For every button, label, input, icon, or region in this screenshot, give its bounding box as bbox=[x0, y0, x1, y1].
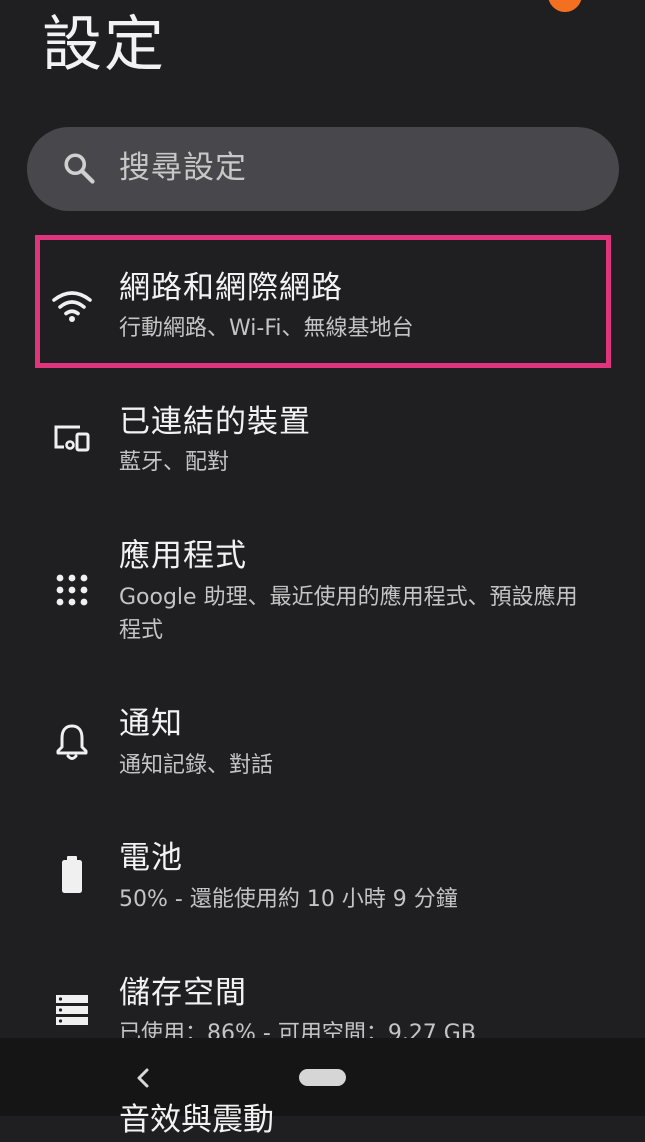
status-notification-dot bbox=[548, 0, 582, 12]
settings-item-title: 電池 bbox=[119, 840, 183, 876]
apps-grid-icon bbox=[56, 574, 88, 606]
settings-item-subtitle: 行動網路、Wi-Fi、無線基地台 bbox=[119, 316, 414, 341]
settings-item-title: 通知 bbox=[119, 706, 183, 742]
settings-item-sound-title[interactable]: 音效與震動 bbox=[119, 1098, 274, 1142]
settings-item-title: 儲存空間 bbox=[119, 975, 247, 1011]
settings-item-subtitle: Google 助理、最近使用的應用程式、預設應用程式 bbox=[119, 585, 578, 643]
settings-item-title: 網路和網際網路 bbox=[119, 270, 343, 306]
search-icon bbox=[64, 153, 95, 184]
home-pill-icon[interactable] bbox=[299, 1069, 346, 1086]
search-placeholder[interactable]: 搜尋設定 bbox=[119, 146, 247, 190]
wifi-icon bbox=[52, 291, 92, 322]
connected-devices-icon bbox=[54, 425, 90, 452]
page-title: 設定 bbox=[42, 10, 166, 80]
settings-item-subtitle: 通知記錄、對話 bbox=[119, 753, 274, 778]
settings-item-title: 已連結的裝置 bbox=[119, 404, 311, 440]
back-icon[interactable] bbox=[131, 1064, 155, 1092]
settings-item-subtitle: 50% - 還能使用約 10 小時 9 分鐘 bbox=[119, 887, 458, 912]
battery-icon bbox=[62, 856, 82, 893]
settings-item-subtitle: 藍牙、配對 bbox=[119, 450, 230, 475]
bell-icon bbox=[56, 724, 88, 760]
storage-icon bbox=[56, 995, 88, 1025]
settings-item-title: 應用程式 bbox=[119, 538, 247, 574]
search-bar[interactable] bbox=[27, 127, 619, 211]
